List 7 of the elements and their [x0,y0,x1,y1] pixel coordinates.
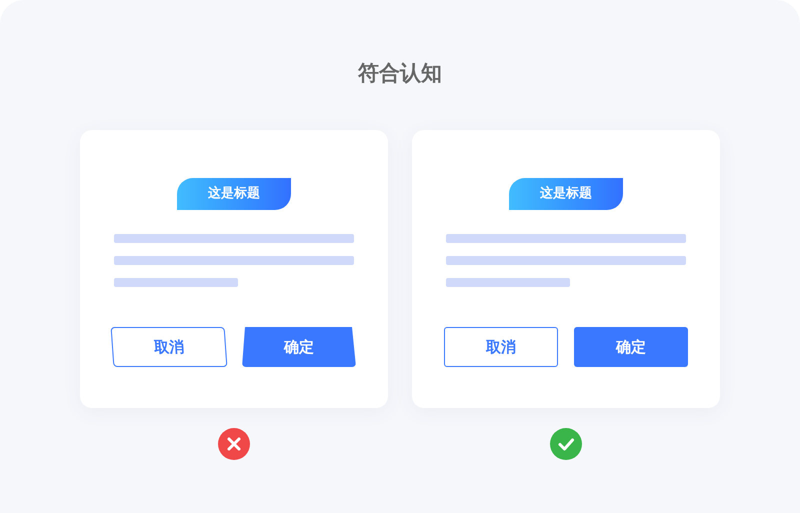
confirm-button[interactable]: 确定 [574,327,688,367]
cancel-button[interactable]: 取消 [110,327,228,367]
confirm-button[interactable]: 确定 [242,327,356,367]
title-tag: 这是标题 [509,178,623,210]
cancel-button[interactable]: 取消 [444,327,558,367]
page-title: 符合认知 [358,60,442,87]
title-tag: 这是标题 [177,178,291,210]
